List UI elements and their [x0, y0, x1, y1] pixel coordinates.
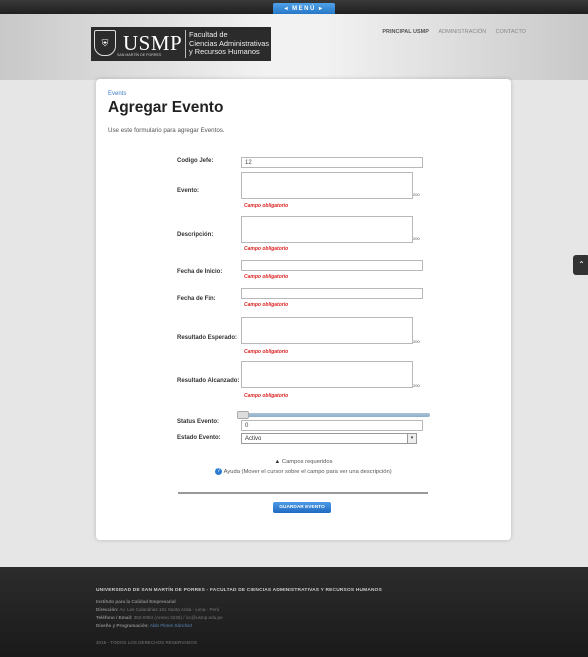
- evento-error: Campo obligatorio: [244, 203, 289, 209]
- footer-address-label: Dirección:: [96, 607, 119, 612]
- nav-contacto[interactable]: CONTACTO: [496, 29, 526, 35]
- resultado-esperado-textarea[interactable]: [241, 317, 413, 344]
- resultado-alcanzado-char-count: 200: [413, 383, 420, 388]
- estado-evento-select[interactable]: Activo ▾: [241, 433, 417, 444]
- descripcion-textarea[interactable]: [241, 216, 413, 243]
- status-evento-input[interactable]: 0: [241, 420, 423, 431]
- footer-institute-text: Instituto para la Calidad Empresarial: [96, 599, 176, 604]
- help-note: ? Ayuda (Mover el cursor sobre el campo …: [96, 468, 511, 475]
- fecha-fin-error: Campo obligatorio: [244, 302, 289, 308]
- descripcion-label: Descripción:: [177, 232, 214, 238]
- triangle-icon: ▲: [274, 459, 281, 465]
- footer: UNIVERSIDAD DE SAN MARTÍN DE PORRES - FA…: [0, 567, 588, 657]
- required-note: ▲ Campos requeridos: [96, 459, 511, 465]
- estado-evento-value: Activo: [245, 436, 262, 442]
- chevron-up-icon: ⌃: [578, 260, 585, 269]
- codigo-jefe-input[interactable]: 12: [241, 157, 423, 168]
- footer-contact: Teléfono / Email: 362-0064 (Anexo 3226) …: [96, 615, 223, 620]
- top-bar: ◂ MENÚ ▸: [0, 0, 588, 16]
- estado-evento-label: Estado Evento:: [177, 435, 221, 441]
- header: ⛨ USMP SAN MARTÍN DE PORRES Facultad de …: [0, 14, 588, 80]
- resultado-esperado-label: Resultado Esperado:: [177, 335, 238, 341]
- page-title: Agregar Evento: [108, 99, 224, 116]
- fecha-inicio-error: Campo obligatorio: [244, 274, 289, 280]
- faculty-name: Facultad de Ciencias Administrativas y R…: [189, 30, 269, 57]
- evento-char-count: 200: [413, 192, 420, 197]
- resultado-alcanzado-textarea[interactable]: [241, 361, 413, 388]
- fecha-fin-input[interactable]: [241, 288, 423, 299]
- required-note-text: Campos requeridos: [281, 459, 333, 465]
- scroll-top-button[interactable]: ⌃: [573, 255, 588, 275]
- codigo-jefe-label: Codigo Jefe:: [177, 158, 214, 164]
- evento-textarea[interactable]: [241, 172, 413, 199]
- footer-title: UNIVERSIDAD DE SAN MARTÍN DE PORRES - FA…: [96, 588, 382, 593]
- footer-contact-label: Teléfono / Email:: [96, 615, 133, 620]
- nav-principal-usmp[interactable]: PRINCIPAL USMP: [382, 29, 429, 35]
- intro-text: Use este formulario para agregar Eventos…: [108, 127, 225, 134]
- help-note-text: Ayuda (Mover el cursor sobre el campo pa…: [223, 469, 392, 476]
- footer-credits-link[interactable]: Aldo Flores Sánchez: [150, 623, 192, 628]
- footer-credits: Diseño y Programación: Aldo Flores Sánch…: [96, 623, 192, 628]
- footer-credits-label: Diseño y Programación:: [96, 623, 149, 628]
- fecha-inicio-input[interactable]: [241, 260, 423, 271]
- footer-copyright: 2015 - TODOS LOS DERECHOS RESERVADOS: [96, 640, 198, 645]
- logo-subtext: SAN MARTÍN DE PORRES: [117, 53, 162, 57]
- form-divider: [178, 492, 428, 494]
- top-nav: PRINCIPAL USMP ADMINISTRACIÓN CONTACTO: [374, 29, 526, 35]
- usmp-logo[interactable]: ⛨ USMP SAN MARTÍN DE PORRES Facultad de …: [91, 27, 271, 61]
- nav-administracion[interactable]: ADMINISTRACIÓN: [438, 29, 486, 35]
- form-card: Events Agregar Evento Use este formulari…: [96, 79, 511, 540]
- resultado-esperado-char-count: 200: [413, 339, 420, 344]
- footer-contact-value: 362-0064 (Anexo 3226) / icc@usmp.edu.pe: [133, 615, 223, 620]
- faculty-line-3: y Recursos Humanos: [189, 47, 260, 56]
- footer-address-value: Av. Las Calandrias 151 Santa Anita - Lim…: [119, 607, 220, 612]
- crest-icon: ⛨: [94, 30, 116, 56]
- resultado-esperado-error: Campo obligatorio: [244, 349, 289, 355]
- evento-label: Evento:: [177, 188, 200, 194]
- resultado-alcanzado-label: Resultado Alcanzado:: [177, 378, 240, 384]
- logo-separator: [185, 30, 186, 58]
- descripcion-char-count: 200: [413, 236, 420, 241]
- status-slider[interactable]: [241, 413, 430, 417]
- chevron-down-icon[interactable]: ▾: [407, 434, 416, 443]
- save-event-button[interactable]: GUARDAR EVENTO: [273, 502, 331, 513]
- help-icon: ?: [215, 468, 223, 475]
- footer-institute: Instituto para la Calidad Empresarial: [96, 599, 176, 604]
- status-evento-label: Status Evento:: [177, 419, 220, 425]
- fecha-inicio-label: Fecha de Inicio:: [177, 269, 223, 275]
- footer-address: Dirección: Av. Las Calandrias 151 Santa …: [96, 607, 219, 612]
- status-slider-handle[interactable]: [237, 411, 249, 419]
- resultado-alcanzado-error: Campo obligatorio: [244, 393, 289, 399]
- fecha-fin-label: Fecha de Fin:: [177, 296, 216, 302]
- breadcrumb[interactable]: Events: [108, 91, 126, 97]
- descripcion-error: Campo obligatorio: [244, 246, 289, 252]
